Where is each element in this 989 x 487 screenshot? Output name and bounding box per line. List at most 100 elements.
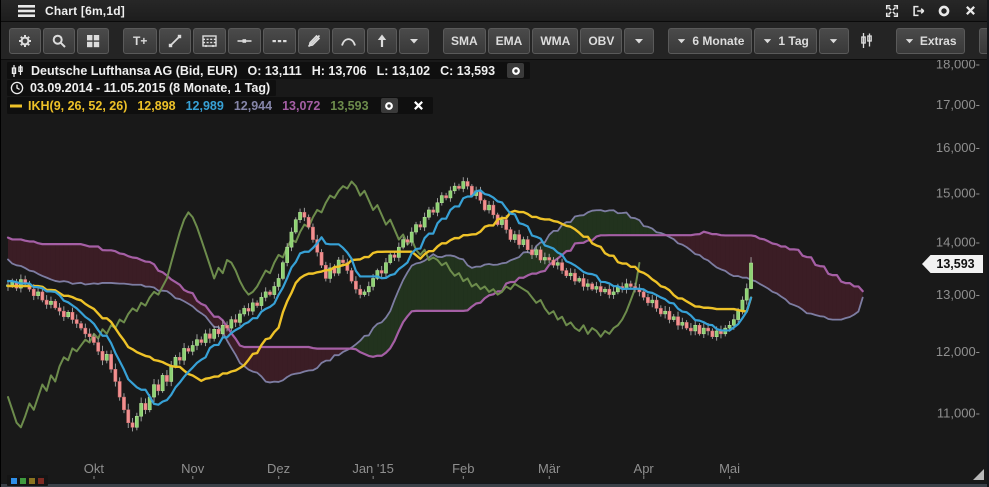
toolbar: T+ (1, 22, 987, 60)
indicator-sma-button[interactable]: SMA (443, 28, 486, 54)
toolbar-group-zoom (979, 28, 989, 54)
svg-text:12,000-: 12,000- (936, 344, 980, 359)
toolbar-group-timeframe: 6 Monate 1 Tag (668, 28, 881, 54)
kijun-value: 12,898 (137, 99, 175, 113)
more-indicators-button[interactable] (624, 28, 654, 54)
current-price-tag: 13,593 (922, 255, 983, 273)
range-dropdown[interactable]: 6 Monate (668, 28, 752, 54)
arc-tool-button[interactable] (332, 28, 365, 54)
svg-text:Jan '15: Jan '15 (352, 461, 394, 476)
status-indicator-dots (7, 475, 48, 486)
export-icon[interactable] (909, 3, 927, 19)
text-tool-icon: T+ (131, 33, 149, 49)
fibonacci-tool-icon (201, 33, 218, 49)
toolbar-group-extras: Extras (896, 28, 965, 54)
date-range: 03.09.2014 - 11.05.2015 (8 Monate, 1 Tag… (30, 81, 270, 95)
extras-dropdown[interactable]: Extras (896, 28, 965, 54)
visibility-icon (383, 100, 395, 112)
search-icon (51, 33, 67, 49)
indicator-visibility-button[interactable] (381, 98, 398, 113)
svg-text:Mär: Mär (538, 461, 561, 476)
indicator-remove-button[interactable] (410, 98, 427, 113)
record-icon[interactable] (935, 3, 953, 19)
svg-text:14,000-: 14,000- (936, 235, 980, 250)
high-value: H: 13,706 (312, 64, 367, 78)
settings-button[interactable] (9, 28, 41, 54)
expand-icon[interactable] (883, 3, 901, 19)
chevron-down-icon (633, 33, 645, 49)
svg-text:Okt: Okt (84, 461, 105, 476)
settings-gear-icon (17, 33, 33, 49)
layout-grid-button[interactable] (77, 28, 109, 54)
menu-icon[interactable] (17, 3, 35, 19)
legend-range-row: 03.09.2014 - 11.05.2015 (8 Monate, 1 Tag… (7, 80, 276, 96)
chevron-down-icon (828, 33, 839, 49)
chart-type-button[interactable] (851, 28, 882, 54)
svg-text:15,000-: 15,000- (936, 186, 980, 201)
instrument-visibility-button[interactable] (507, 63, 524, 78)
chevron-down-icon (408, 33, 420, 49)
interval-dropdown[interactable]: 1 Tag (754, 28, 816, 54)
tenkan-value: 12,989 (186, 99, 224, 113)
instrument-name: Deutsche Lufthansa AG (Bid, EUR) (31, 64, 238, 78)
svg-text:Mai: Mai (719, 461, 740, 476)
svg-text:Nov: Nov (181, 461, 205, 476)
svg-text:Dez: Dez (267, 461, 290, 476)
chart-type-dropdown[interactable] (819, 28, 849, 54)
pencil-slash-icon (306, 33, 322, 49)
zoom-in-button[interactable] (979, 28, 989, 54)
indicator-color-dash (10, 101, 22, 111)
indicator-ema-button[interactable]: EMA (488, 28, 531, 54)
legend-indicator-row: IKH(9, 26, 52, 26) 12,898 12,989 12,944 … (7, 97, 433, 114)
clock-icon (10, 81, 24, 95)
candlestick-type-icon (859, 32, 874, 49)
svg-text:Feb: Feb (452, 461, 474, 476)
trendline-tool-icon (167, 33, 183, 49)
close-icon[interactable] (961, 3, 979, 19)
visibility-icon (510, 65, 522, 77)
fibonacci-tool-button[interactable] (193, 28, 226, 54)
svg-text:16,000-: 16,000- (936, 140, 980, 155)
open-value: O: 13,111 (248, 64, 302, 78)
svg-text:18,000-: 18,000- (936, 60, 980, 72)
chart-area: 18,000- 17,000- 16,000- 15,000- 14,000- 13,00… (1, 60, 987, 483)
layout-grid-icon (85, 33, 101, 49)
chart-window: Chart [6m,1d] T+ (0, 0, 989, 487)
horizontal-line-tool-button[interactable] (228, 28, 261, 54)
titlebar: Chart [6m,1d] (1, 0, 987, 22)
dotted-line-tool-icon (271, 33, 288, 49)
window-bottom-edge (1, 483, 987, 487)
indicator-wma-button[interactable]: WMA (532, 28, 578, 54)
toolbar-group-main (9, 28, 109, 54)
low-value: L: 13,102 (377, 64, 431, 78)
close-value: C: 13,593 (440, 64, 495, 78)
price-chart[interactable]: 18,000- 17,000- 16,000- 15,000- 14,000- 13,00… (1, 60, 988, 479)
svg-text:T+: T+ (133, 34, 147, 48)
dotted-line-tool-button[interactable] (263, 28, 296, 54)
arrow-tool-button[interactable] (367, 28, 397, 54)
chart-legend: Deutsche Lufthansa AG (Bid, EUR) O: 13,1… (7, 62, 530, 115)
search-button[interactable] (43, 28, 75, 54)
chevron-down-icon (676, 33, 687, 49)
indicator-obv-button[interactable]: OBV (580, 28, 622, 54)
horizontal-line-tool-icon (236, 33, 253, 49)
svg-text:11,000-: 11,000- (937, 406, 980, 421)
text-tool-button[interactable]: T+ (123, 28, 157, 54)
chevron-down-icon (904, 33, 915, 49)
candlestick-icon (10, 64, 25, 78)
svg-text:Apr: Apr (634, 461, 655, 476)
pencil-slash-tool-button[interactable] (298, 28, 330, 54)
svg-text:13,000-: 13,000- (936, 287, 980, 302)
legend-instrument-row: Deutsche Lufthansa AG (Bid, EUR) O: 13,1… (7, 62, 530, 79)
senkou-a-value: 12,944 (234, 99, 272, 113)
resize-grip[interactable] (973, 469, 984, 480)
arrow-up-tool-icon (375, 33, 389, 49)
more-tools-button[interactable] (399, 28, 429, 54)
arc-tool-icon (340, 33, 357, 49)
svg-text:17,000-: 17,000- (936, 97, 980, 112)
trendline-tool-button[interactable] (159, 28, 191, 54)
chevron-down-icon (762, 33, 773, 49)
chikou-value: 13,593 (330, 99, 368, 113)
toolbar-group-drawing: T+ (123, 28, 429, 54)
senkou-b-value: 13,072 (282, 99, 320, 113)
